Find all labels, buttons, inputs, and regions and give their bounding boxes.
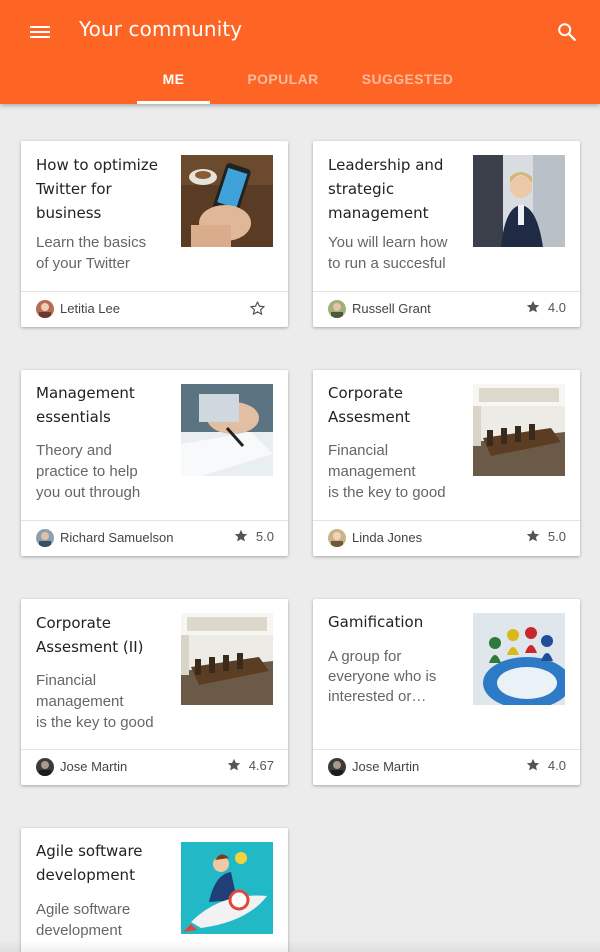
- avatar: [36, 300, 54, 318]
- card-title: Management essentials: [36, 384, 135, 426]
- community-card-management-essentials[interactable]: Management essentials Theory and practice …: [21, 370, 288, 556]
- card-divider: [21, 749, 288, 750]
- search-icon[interactable]: [556, 21, 578, 43]
- community-card-gamification[interactable]: Gamification A group for everyone who is i…: [313, 599, 580, 785]
- author-name: Jose Martin: [352, 759, 420, 774]
- rating-value: 4.0: [547, 757, 566, 773]
- author-name: Jose Martin: [60, 759, 128, 774]
- author-name: Russell Grant: [352, 301, 431, 316]
- community-card-corporate-assesment-ii[interactable]: Corporate Assesment (II) Financial managem…: [21, 599, 288, 785]
- card-description: Learn the basics of your Twitter: [36, 234, 147, 272]
- avatar: [328, 300, 346, 318]
- card-description: Theory and practice to help you out throug…: [36, 442, 141, 501]
- avatar: [328, 529, 346, 547]
- card-title: Leadership and strategic management: [328, 156, 444, 222]
- card-thumbnail: [473, 384, 565, 476]
- tab-popular[interactable]: POPULAR: [236, 71, 330, 87]
- tab-suggested[interactable]: SUGGESTED: [350, 71, 465, 87]
- card-description: A group for everyone who is interested or…: [328, 648, 437, 705]
- star-icon: [227, 758, 240, 771]
- star-icon: [526, 758, 540, 771]
- card-title: Corporate Assesment: [328, 384, 411, 426]
- rating: 4.0: [525, 299, 566, 315]
- menu-icon[interactable]: [30, 24, 50, 40]
- card-description: Financial management is the key to good: [328, 442, 446, 501]
- card-description: Agile software development: [36, 901, 131, 939]
- star-outline-icon[interactable]: [249, 300, 266, 317]
- card-divider: [313, 291, 580, 292]
- star-icon: [526, 529, 540, 542]
- card-thumbnail: [181, 384, 273, 476]
- bottom-shade: [0, 940, 600, 952]
- card-thumbnail: [181, 613, 273, 705]
- avatar: [36, 529, 54, 547]
- author-name: Linda Jones: [352, 530, 423, 545]
- rating: 5.0: [233, 528, 274, 544]
- card-divider: [313, 749, 580, 750]
- card-description: Financial management is the key to good: [36, 672, 154, 731]
- app-bar: Your community ME POPULAR SUGGESTED: [0, 0, 600, 104]
- author-name: Richard Samuelson: [60, 530, 174, 545]
- card-title: Agile software development: [36, 842, 143, 884]
- rating: 4.67: [226, 757, 274, 773]
- rating-value: 4.67: [248, 757, 274, 773]
- card-divider: [313, 520, 580, 521]
- avatar: [36, 758, 54, 776]
- community-card-corporate-assesment[interactable]: Corporate Assesment Financial management is…: [313, 370, 580, 556]
- rating: 4.0: [525, 757, 566, 773]
- author-name: Letitia Lee: [60, 301, 120, 316]
- rating-value: 4.0: [547, 299, 566, 315]
- tab-indicator: [137, 101, 210, 104]
- card-title: Corporate Assesment (II): [36, 614, 144, 656]
- rating: 5.0: [525, 528, 566, 544]
- page-title: Your community: [79, 17, 243, 41]
- community-card-optimize-twitter[interactable]: How to optimize Twitter for business Learn…: [21, 141, 288, 327]
- card-title: Gamification: [328, 613, 424, 631]
- avatar: [328, 758, 346, 776]
- card-divider: [21, 520, 288, 521]
- rating-value: 5.0: [547, 528, 566, 544]
- card-title: How to optimize Twitter for business: [36, 156, 158, 222]
- star-icon: [234, 529, 248, 542]
- community-card-leadership[interactable]: Leadership and strategic management You wi…: [313, 141, 580, 327]
- card-divider: [21, 291, 288, 292]
- rating-value: 5.0: [255, 528, 274, 544]
- card-thumbnail: [181, 842, 273, 934]
- card-thumbnail: [473, 155, 565, 247]
- card-thumbnail: [181, 155, 273, 247]
- card-thumbnail: [473, 613, 565, 705]
- community-card-agile-software[interactable]: Agile software development Agile software…: [21, 828, 288, 952]
- star-icon: [526, 300, 540, 313]
- tab-me[interactable]: ME: [137, 71, 210, 87]
- card-description: You will learn how to run a succesful: [328, 234, 448, 272]
